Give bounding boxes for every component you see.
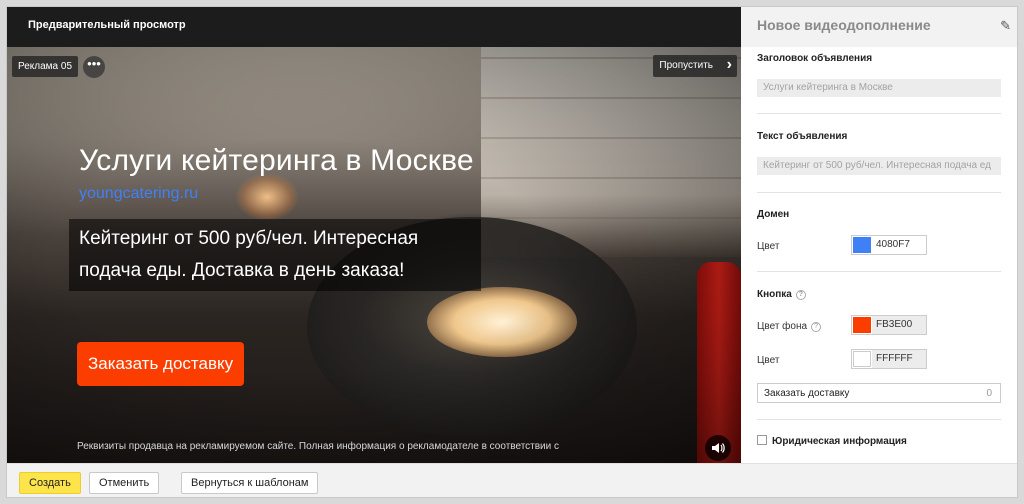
cancel-button[interactable]: Отменить — [89, 472, 160, 494]
more-options-icon[interactable]: ••• — [83, 56, 105, 78]
domain-color-value[interactable]: 4080F7 — [872, 236, 926, 254]
preview-pane: Предварительный просмотр Реклама 05 ••• … — [7, 7, 741, 463]
panel-header: Новое видеодополнение ✎ — [741, 7, 1017, 47]
skip-button[interactable]: Пропустить › — [653, 55, 737, 77]
button-section-label: Кнопка? — [757, 289, 806, 300]
headline-input[interactable]: Услуги кейтеринга в Москве — [757, 79, 1001, 97]
help-icon[interactable]: ? — [811, 322, 822, 332]
ad-cta-button[interactable]: Заказать доставку — [77, 342, 245, 386]
legal-info-label: Юридическая информация — [772, 436, 907, 447]
editor-window: Предварительный просмотр Реклама 05 ••• … — [6, 6, 1018, 498]
ad-text-label: Текст объявления — [757, 131, 848, 142]
divider — [757, 113, 1001, 114]
divider — [757, 271, 1001, 272]
checkbox-icon[interactable] — [757, 435, 767, 445]
text-color-value[interactable]: FFFFFF — [872, 350, 926, 368]
headline-label: Заголовок объявления — [757, 53, 873, 64]
bg-color-value[interactable]: FB3E00 — [872, 316, 926, 334]
divider — [757, 192, 1001, 193]
footer-bar: Создать Отменить Вернуться к шаблонам — [7, 463, 1017, 497]
bg-color-swatch[interactable] — [853, 317, 871, 333]
video-player[interactable]: Реклама 05 ••• Пропустить › Услуги кейте… — [7, 47, 741, 463]
pencil-icon[interactable]: ✎ — [1000, 18, 1011, 34]
ad-badge: Реклама 05 — [12, 56, 79, 77]
ad-text: Кейтеринг от 500 руб/чел. Интересная под… — [69, 219, 481, 291]
chevron-right-icon: › — [726, 56, 732, 73]
skip-label: Пропустить — [659, 60, 713, 71]
button-section-text: Кнопка — [757, 289, 792, 300]
create-button[interactable]: Создать — [19, 472, 81, 494]
settings-panel: Новое видеодополнение ✎ Заголовок объявл… — [741, 7, 1017, 463]
back-to-templates-button[interactable]: Вернуться к шаблонам — [181, 472, 319, 494]
text-color-swatch[interactable] — [853, 351, 871, 367]
preview-title: Предварительный просмотр — [7, 7, 741, 47]
bg-color-text: Цвет фона — [757, 321, 808, 332]
ad-legal-text: Реквизиты продавца на рекламируемом сайт… — [77, 441, 560, 452]
panel-title: Новое видеодополнение — [757, 17, 931, 33]
char-counter: 0 — [986, 388, 992, 399]
domain-section-label: Домен — [757, 209, 790, 220]
speaker-icon[interactable] — [705, 435, 731, 461]
button-text-input[interactable]: Заказать доставку 0 — [757, 383, 1001, 403]
ad-headline: Услуги кейтеринга в Москве — [79, 144, 474, 177]
button-text-value: Заказать доставку — [764, 388, 850, 399]
domain-color-label: Цвет — [757, 241, 780, 252]
legal-info-checkbox[interactable]: Юридическая информация — [757, 435, 907, 447]
domain-color-picker[interactable]: 4080F7 — [851, 235, 927, 255]
bg-color-picker[interactable]: FB3E00 — [851, 315, 927, 335]
text-color-picker[interactable]: FFFFFF — [851, 349, 927, 369]
ad-domain-link[interactable]: youngcatering.ru — [79, 185, 198, 203]
help-icon[interactable]: ? — [795, 290, 806, 300]
bg-color-label: Цвет фона? — [757, 321, 822, 332]
text-color-label: Цвет — [757, 355, 780, 366]
divider — [757, 419, 1001, 420]
domain-color-swatch[interactable] — [853, 237, 871, 253]
ad-text-input[interactable]: Кейтеринг от 500 руб/чел. Интересная под… — [757, 157, 1001, 175]
